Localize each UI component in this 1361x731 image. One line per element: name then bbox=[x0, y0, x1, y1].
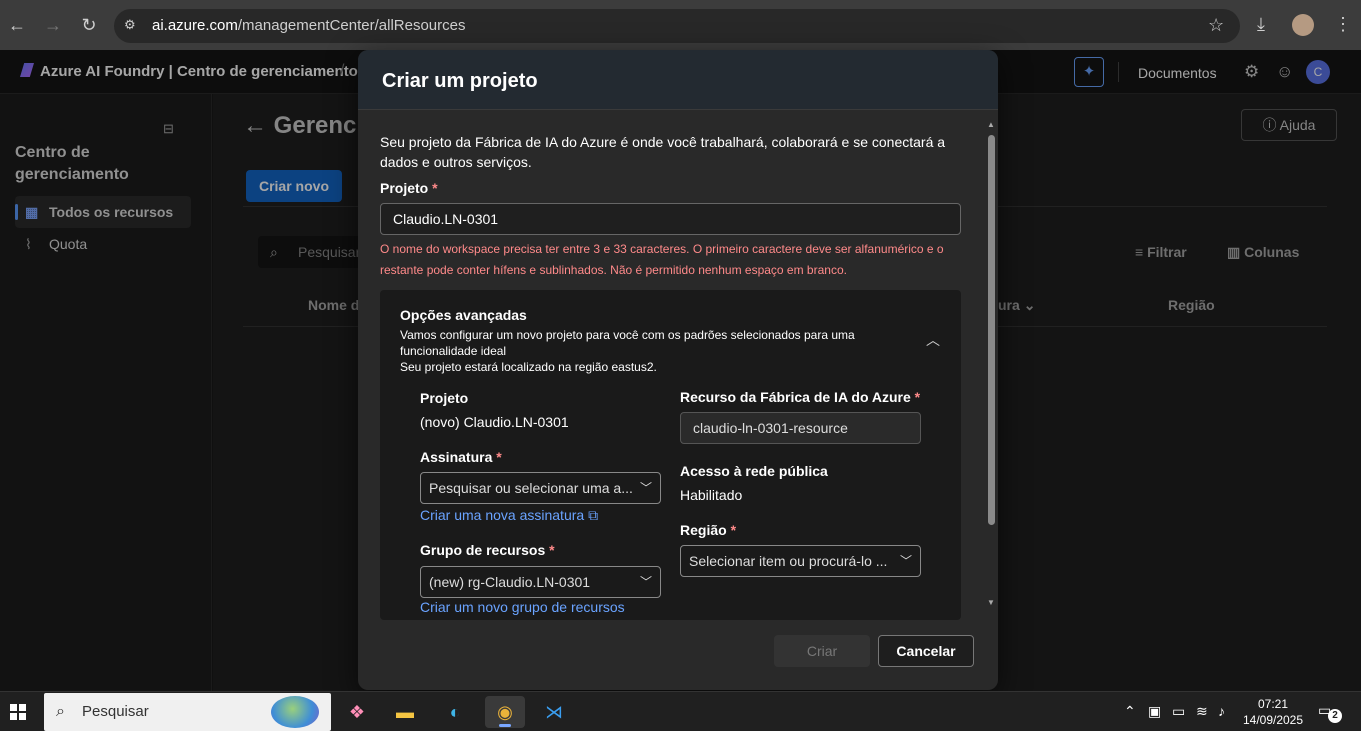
resource-label: Recurso da Fábrica de IA do Azure * bbox=[680, 389, 920, 405]
resource-input[interactable]: claudio-ln-0301-resource bbox=[680, 412, 921, 444]
battery-icon[interactable]: ▭ bbox=[1172, 703, 1185, 720]
scroll-down-icon[interactable]: ▼ bbox=[987, 598, 995, 607]
project-label-text: Projeto bbox=[380, 180, 429, 196]
new-subscription-link[interactable]: Criar uma nova assinatura ⧉ bbox=[420, 507, 598, 524]
address-bar[interactable]: ⚙ ai.azure.com/managementCenter/allResou… bbox=[114, 9, 1240, 43]
resource-label-text: Recurso da Fábrica de IA do Azure bbox=[680, 389, 911, 405]
meet-camera-icon[interactable]: ▣ bbox=[1148, 703, 1161, 720]
resource-group-label: Grupo de recursos * bbox=[420, 542, 555, 558]
create-project-dialog: Criar um projeto Seu projeto da Fábrica … bbox=[358, 50, 998, 690]
resource-group-dropdown[interactable]: (new) rg-Claudio.LN-0301 ﹀ bbox=[420, 566, 661, 598]
profile-avatar[interactable] bbox=[1292, 14, 1314, 36]
chevron-down-icon: ﹀ bbox=[639, 481, 652, 495]
public-access-label: Acesso à rede pública bbox=[680, 463, 828, 479]
required-marker: * bbox=[492, 449, 502, 465]
bookmark-star-icon[interactable]: ☆ bbox=[1208, 15, 1224, 36]
resource-group-label-text: Grupo de recursos bbox=[420, 542, 546, 558]
region-placeholder: Selecionar item ou procurá-lo ... bbox=[689, 553, 888, 569]
adv-project-label: Projeto bbox=[420, 390, 469, 406]
url-domain: ai.azure.com bbox=[152, 17, 238, 34]
taskbar-search[interactable]: ⌕ Pesquisar bbox=[44, 693, 331, 731]
browser-toolbar: ← → ↻ ⚙ ai.azure.com/managementCenter/al… bbox=[0, 0, 1361, 50]
site-info-icon[interactable]: ⚙ bbox=[124, 17, 142, 35]
system-clock[interactable]: 07:21 14/09/2025 bbox=[1238, 696, 1308, 728]
external-link-icon: ⧉ bbox=[588, 507, 599, 523]
required-marker: * bbox=[428, 180, 438, 196]
clock-date: 14/09/2025 bbox=[1242, 713, 1304, 727]
new-resource-group-link[interactable]: Criar um novo grupo de recursos bbox=[420, 599, 625, 615]
file-explorer-icon[interactable]: ▬ bbox=[385, 696, 425, 728]
public-access-value: Habilitado bbox=[680, 487, 743, 503]
create-button[interactable]: Criar bbox=[774, 635, 870, 667]
download-icon[interactable]: ⤓ bbox=[1257, 14, 1265, 35]
tray-chevron-up-icon[interactable]: ⌃ bbox=[1124, 703, 1136, 720]
chrome-browser-icon[interactable]: ◉ bbox=[485, 696, 525, 728]
chevron-down-icon: ﹀ bbox=[899, 554, 912, 568]
reload-icon[interactable]: ↻ bbox=[78, 14, 100, 36]
chevron-down-icon: ﹀ bbox=[639, 575, 652, 589]
globe-illustration-icon bbox=[271, 696, 319, 728]
forward-icon[interactable]: → bbox=[42, 14, 64, 36]
clock-time: 07:21 bbox=[1257, 697, 1289, 711]
validation-error: O nome do workspace precisa ter entre 3 … bbox=[380, 242, 944, 277]
chevron-up-icon[interactable]: ︿ bbox=[926, 330, 940, 350]
advanced-options-panel: Opções avançadas Vamos configurar um nov… bbox=[380, 290, 961, 620]
windows-start-icon[interactable] bbox=[10, 704, 26, 720]
wifi-icon[interactable]: ≋ bbox=[1196, 703, 1208, 720]
region-dropdown[interactable]: Selecionar item ou procurá-lo ... ﹀ bbox=[680, 545, 921, 577]
scrollbar-thumb[interactable] bbox=[988, 135, 995, 525]
subscription-placeholder: Pesquisar ou selecionar uma a... bbox=[429, 480, 633, 496]
resource-group-value: (new) rg-Claudio.LN-0301 bbox=[429, 574, 591, 590]
advanced-desc-line1: Vamos configurar um novo projeto para vo… bbox=[400, 328, 855, 358]
scroll-up-icon[interactable]: ▲ bbox=[987, 120, 995, 129]
copilot-app-icon[interactable]: ❖ bbox=[337, 696, 377, 728]
subscription-label: Assinatura * bbox=[420, 449, 502, 465]
required-marker: * bbox=[910, 389, 921, 405]
dialog-title: Criar um projeto bbox=[382, 70, 538, 92]
taskbar: ⌕ Pesquisar ❖ ▬ ◐ ◉ ⋊ ⌃ ▣ ▭ ≋ ♪ 07:21 14… bbox=[0, 691, 1361, 731]
volume-icon[interactable]: ♪ bbox=[1218, 703, 1225, 719]
dialog-intro: Seu projeto da Fábrica de IA do Azure é … bbox=[380, 134, 946, 170]
taskbar-search-label: Pesquisar bbox=[82, 703, 149, 720]
required-marker: * bbox=[545, 542, 555, 558]
required-marker: * bbox=[726, 522, 737, 538]
browser-menu-icon[interactable]: ⋮ bbox=[1334, 14, 1352, 35]
notification-badge: 2 bbox=[1328, 709, 1342, 723]
subscription-label-text: Assinatura bbox=[420, 449, 493, 465]
search-icon: ⌕ bbox=[56, 703, 65, 720]
project-label: Projeto * bbox=[380, 180, 438, 196]
dialog-header: Criar um projeto bbox=[358, 50, 998, 110]
project-name-input[interactable]: Claudio.LN-0301 bbox=[380, 203, 961, 235]
adv-project-value: (novo) Claudio.LN-0301 bbox=[420, 414, 569, 430]
subscription-dropdown[interactable]: Pesquisar ou selecionar uma a... ﹀ bbox=[420, 472, 661, 504]
back-icon[interactable]: ← bbox=[6, 14, 28, 36]
advanced-options-description: Vamos configurar um novo projeto para vo… bbox=[400, 327, 880, 375]
advanced-desc-line2: Seu projeto estará localizado na região … bbox=[400, 360, 657, 374]
advanced-options-title: Opções avançadas bbox=[400, 307, 527, 323]
url-path: /managementCenter/allResources bbox=[237, 17, 466, 34]
vscode-icon[interactable]: ⋊ bbox=[534, 696, 574, 728]
cancel-button[interactable]: Cancelar bbox=[878, 635, 974, 667]
edge-browser-icon[interactable]: ◐ bbox=[435, 696, 475, 728]
region-label-text: Região bbox=[680, 522, 727, 538]
region-label: Região * bbox=[680, 522, 736, 538]
new-subscription-link-text: Criar uma nova assinatura bbox=[420, 507, 585, 523]
